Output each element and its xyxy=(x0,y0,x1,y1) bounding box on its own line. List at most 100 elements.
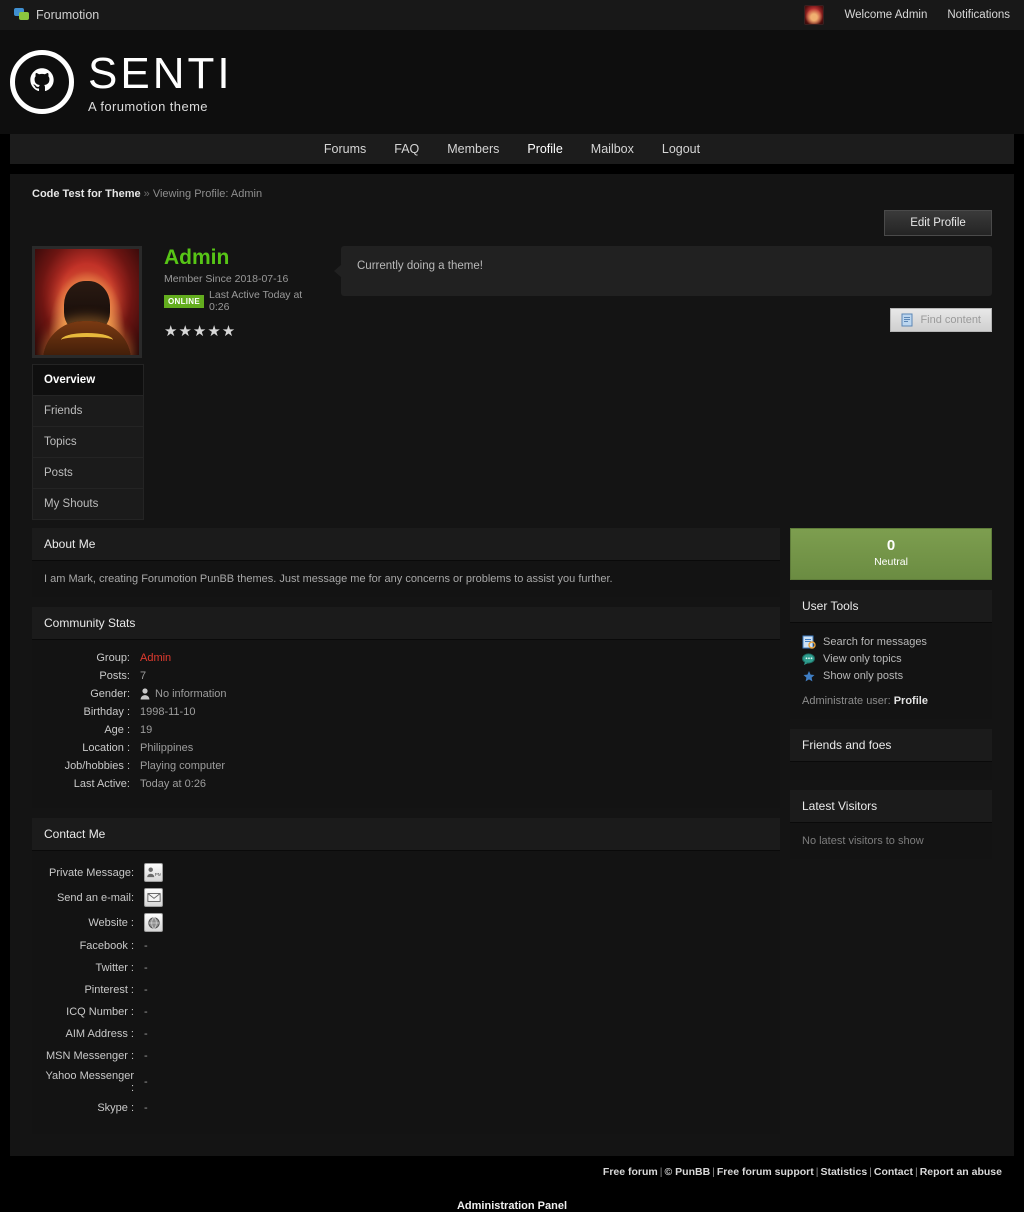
stat-row: Gender: No information xyxy=(44,688,768,700)
page-title: Admin xyxy=(164,246,230,269)
find-content-button[interactable]: Find content xyxy=(890,308,992,332)
user-tools-title: User Tools xyxy=(790,589,992,623)
about-me-panel: About Me I am Mark, creating Forumotion … xyxy=(32,528,780,597)
user-tools-body: Search for messages View only topics Sho… xyxy=(790,622,992,719)
reputation-value: 0 xyxy=(886,537,896,554)
logo-band: SENTI A forumotion theme xyxy=(0,30,1024,134)
friends-and-foes-panel: Friends and foes xyxy=(790,728,992,780)
sidebar-item-topics[interactable]: Topics xyxy=(33,427,143,458)
administration-panel-link[interactable]: Administration Panel xyxy=(0,1178,1024,1212)
identity-block: Admin Member Since 2018-07-16 ONLINE Las… xyxy=(164,246,319,340)
stat-row: Location : Philippines xyxy=(44,742,768,754)
stat-value: Philippines xyxy=(140,742,194,754)
octocat-glyph xyxy=(30,68,54,92)
about-me-text: I am Mark, creating Forumotion PunBB the… xyxy=(44,573,613,585)
globe-icon[interactable] xyxy=(144,913,163,932)
footer-link-report-abuse[interactable]: Report an abuse xyxy=(920,1166,1002,1178)
contact-key: ICQ Number : xyxy=(66,1006,134,1018)
contact-row: ICQ Number : - xyxy=(44,1004,768,1020)
sidebar-item-posts[interactable]: Posts xyxy=(33,458,143,489)
stat-key: Last Active: xyxy=(73,778,130,790)
stat-key: Birthday : xyxy=(83,706,130,718)
footer-link-statistics[interactable]: Statistics xyxy=(820,1166,867,1178)
contact-value: - xyxy=(144,984,148,996)
member-since: Member Since 2018-07-16 xyxy=(164,273,289,286)
site-logo[interactable]: SENTI A forumotion theme xyxy=(10,50,233,114)
contact-key: Skype : xyxy=(97,1102,134,1114)
nav-item-faq[interactable]: FAQ xyxy=(380,134,433,164)
stat-row: Job/hobbies : Playing computer xyxy=(44,760,768,772)
stat-value: 19 xyxy=(140,724,153,736)
footer-link-support[interactable]: Free forum support xyxy=(717,1166,814,1178)
edit-profile-button[interactable]: Edit Profile xyxy=(884,210,992,236)
nav-item-mailbox[interactable]: Mailbox xyxy=(577,134,648,164)
stat-value: Today at 0:26 xyxy=(140,778,207,790)
nav-item-profile[interactable]: Profile xyxy=(513,134,576,164)
mood-bubble-wrap: Currently doing a theme! Find content xyxy=(333,246,992,340)
contact-row: AIM Address : - xyxy=(44,1026,768,1042)
topbar-user-area: Welcome Admin Notifications xyxy=(804,5,1010,25)
community-stats-panel: Community Stats Group: Admin Posts: 7 Ge… xyxy=(32,607,780,808)
forumotion-chat-icon xyxy=(14,8,29,22)
sidebar-item-my-shouts[interactable]: My Shouts xyxy=(33,489,143,519)
administrate-user-line: Administrate user: Profile xyxy=(802,695,980,707)
nav-item-forums[interactable]: Forums xyxy=(310,134,380,164)
welcome-link[interactable]: Welcome Admin xyxy=(844,9,927,21)
footer-link-contact[interactable]: Contact xyxy=(874,1166,913,1178)
nav-item-members[interactable]: Members xyxy=(433,134,513,164)
breadcrumb-home[interactable]: Code Test for Theme xyxy=(32,188,141,200)
pm-icon[interactable]: PM xyxy=(144,863,163,882)
contact-value: - xyxy=(144,962,148,974)
tool-label: View only topics xyxy=(823,652,902,665)
administrate-label: Administrate user: xyxy=(802,694,891,707)
contact-row: Send an e-mail: xyxy=(44,888,768,907)
contact-key: Send an e-mail: xyxy=(56,891,134,904)
contact-row: Skype : - xyxy=(44,1100,768,1116)
avatar-column: Overview Friends Topics Posts My Shouts xyxy=(32,246,144,520)
latest-visitors-empty: No latest visitors to show xyxy=(802,834,924,847)
contact-key: Twitter : xyxy=(95,962,134,974)
stat-value[interactable]: Admin xyxy=(140,652,171,664)
latest-visitors-panel: Latest Visitors No latest visitors to sh… xyxy=(790,789,992,859)
octocat-circle-icon xyxy=(10,50,74,114)
contact-value: - xyxy=(144,1102,148,1114)
about-me-body: I am Mark, creating Forumotion PunBB the… xyxy=(32,561,780,597)
logo-subtitle: A forumotion theme xyxy=(88,98,208,114)
tool-label: Show only posts xyxy=(823,669,904,682)
footer-link-punbb[interactable]: © PunBB xyxy=(665,1166,711,1178)
contact-key: Website : xyxy=(88,916,134,929)
sidebar-item-friends[interactable]: Friends xyxy=(33,396,143,427)
contact-key: Yahoo Messenger : xyxy=(45,1070,134,1094)
stat-key: Posts: xyxy=(99,670,130,682)
rating-stars: ★★★★★ xyxy=(164,323,237,341)
breadcrumb-separator: » xyxy=(143,188,150,200)
stat-key: Location : xyxy=(82,742,130,754)
profile-columns: About Me I am Mark, creating Forumotion … xyxy=(10,520,1014,1144)
svg-text:PM: PM xyxy=(155,872,161,877)
contact-key: Pinterest : xyxy=(84,984,134,996)
nav-item-logout[interactable]: Logout xyxy=(648,134,714,164)
email-icon[interactable] xyxy=(144,888,163,907)
last-active-label: Last Active Today at 0:26 xyxy=(209,289,303,314)
main-navigation: Forums FAQ Members Profile Mailbox Logou… xyxy=(10,134,1014,164)
contact-row: Pinterest : - xyxy=(44,982,768,998)
contact-key: Private Message: xyxy=(49,866,134,879)
notifications-link[interactable]: Notifications xyxy=(947,9,1010,21)
tool-view-topics[interactable]: View only topics xyxy=(802,652,980,666)
profile-side-column: 0 Neutral User Tools Search for messages… xyxy=(790,528,992,1144)
contact-row: Twitter : - xyxy=(44,960,768,976)
mood-bubble: Currently doing a theme! xyxy=(334,246,992,296)
stat-value: 7 xyxy=(140,670,147,682)
contact-row: Private Message: PM xyxy=(44,863,768,882)
avatar xyxy=(32,246,142,358)
tool-show-posts[interactable]: Show only posts xyxy=(802,669,980,683)
stat-value-wrap: No information xyxy=(140,688,227,700)
profile-page: Code Test for Theme » Viewing Profile: A… xyxy=(10,174,1014,1156)
administrate-profile-link[interactable]: Profile xyxy=(894,695,928,707)
breadcrumb: Code Test for Theme » Viewing Profile: A… xyxy=(10,174,1014,210)
tool-search-messages[interactable]: Search for messages xyxy=(802,635,980,649)
footer-link-free-forum[interactable]: Free forum xyxy=(603,1166,658,1178)
sidebar-item-overview[interactable]: Overview xyxy=(33,365,143,396)
stat-row: Group: Admin xyxy=(44,652,768,664)
stat-row: Birthday : 1998-11-10 xyxy=(44,706,768,718)
